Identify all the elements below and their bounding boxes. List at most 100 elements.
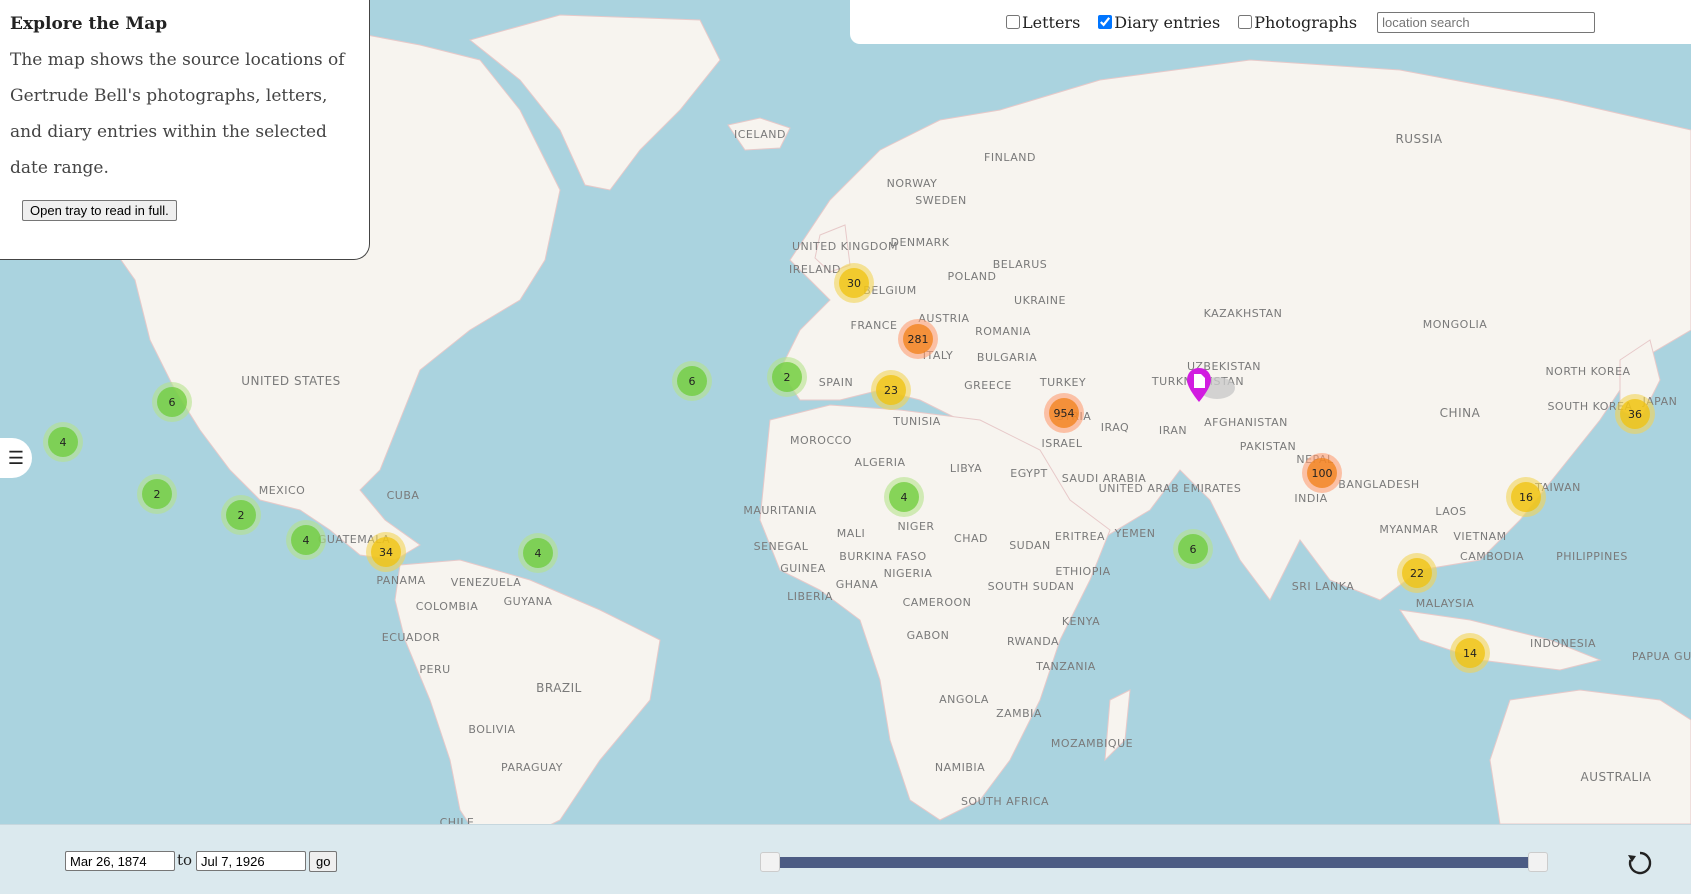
map-label-bolivia: BOLIVIA xyxy=(468,723,515,736)
cluster-count: 2 xyxy=(142,479,172,509)
map-label-eritrea: ERITREA xyxy=(1055,530,1105,543)
map-label-guyana: GUYANA xyxy=(504,595,553,608)
map-label-united-states: UNITED STATES xyxy=(241,374,341,388)
cluster-marker[interactable]: 281 xyxy=(898,319,938,359)
reset-icon[interactable] xyxy=(1626,849,1654,877)
cluster-marker[interactable]: 14 xyxy=(1450,633,1490,673)
photographs-label: Photographs xyxy=(1254,12,1358,32)
cluster-count: 281 xyxy=(903,324,933,354)
map-label-liberia: LIBERIA xyxy=(787,590,833,603)
cluster-marker[interactable]: 4 xyxy=(884,477,924,517)
open-tray-button[interactable]: Open tray to read in full. xyxy=(22,200,177,221)
cluster-marker[interactable]: 36 xyxy=(1615,394,1655,434)
cluster-marker[interactable]: 100 xyxy=(1302,453,1342,493)
cluster-marker[interactable]: 6 xyxy=(152,382,192,422)
date-from-input[interactable] xyxy=(65,851,175,871)
map-label-cameroon: CAMEROON xyxy=(903,596,972,609)
map-label-sweden: SWEDEN xyxy=(915,194,966,207)
cluster-marker[interactable]: 30 xyxy=(834,263,874,303)
map-label-panama: PANAMA xyxy=(376,574,425,587)
map-label-algeria: ALGERIA xyxy=(854,456,905,469)
map-label-belarus: BELARUS xyxy=(993,258,1048,271)
go-button[interactable]: go xyxy=(309,851,338,872)
cluster-marker[interactable]: 22 xyxy=(1397,553,1437,593)
cluster-count: 100 xyxy=(1307,458,1337,488)
map-label-malaysia: MALAYSIA xyxy=(1416,597,1475,610)
map-label-spain: SPAIN xyxy=(819,376,853,389)
cluster-count: 4 xyxy=(523,538,553,568)
info-title: Explore the Map xyxy=(10,14,168,34)
map-label-india: INDIA xyxy=(1294,492,1327,505)
diary-checkbox[interactable] xyxy=(1098,15,1113,29)
cluster-marker[interactable]: 2 xyxy=(767,357,807,397)
filter-letters[interactable]: Letters xyxy=(1006,13,1080,32)
date-range-slider[interactable] xyxy=(760,852,1548,872)
map-label-angola: ANGOLA xyxy=(939,693,989,706)
cluster-marker[interactable]: 16 xyxy=(1506,477,1546,517)
map-label-laos: LAOS xyxy=(1435,505,1466,518)
map-label-mauritania: MAURITANIA xyxy=(743,504,816,517)
map-label-ireland: IRELAND xyxy=(789,263,841,276)
map-label-nigeria: NIGERIA xyxy=(884,567,933,580)
date-to-input[interactable] xyxy=(196,851,306,871)
cluster-marker[interactable]: 4 xyxy=(43,422,83,462)
cluster-count: 23 xyxy=(876,375,906,405)
cluster-marker[interactable]: 4 xyxy=(518,533,558,573)
map-label-south-sudan: SOUTH SUDAN xyxy=(988,580,1075,593)
map-label-finland: FINLAND xyxy=(984,151,1036,164)
filter-photographs[interactable]: Photographs xyxy=(1238,13,1357,32)
map-label-poland: POLAND xyxy=(948,270,997,283)
map-label-gabon: GABON xyxy=(907,629,950,642)
cluster-count: 22 xyxy=(1402,558,1432,588)
map-label-mexico: MEXICO xyxy=(259,484,306,497)
cluster-marker[interactable]: 6 xyxy=(672,361,712,401)
map-label-cambodia: CAMBODIA xyxy=(1460,550,1524,563)
cluster-marker[interactable]: 954 xyxy=(1044,393,1084,433)
cluster-marker[interactable]: 4 xyxy=(286,520,326,560)
filter-diary[interactable]: Diary entries xyxy=(1098,13,1220,32)
map-label-morocco: MOROCCO xyxy=(790,434,852,447)
map-label-mongolia: MONGOLIA xyxy=(1423,318,1487,331)
map-label-peru: PERU xyxy=(419,663,450,676)
cluster-count: 16 xyxy=(1511,482,1541,512)
cluster-marker[interactable]: 34 xyxy=(366,532,406,572)
map-label-tanzania: TANZANIA xyxy=(1035,660,1096,673)
map-label-mali: MALI xyxy=(837,527,865,540)
map-label-senegal: SENEGAL xyxy=(754,540,809,553)
cluster-marker[interactable]: 6 xyxy=(1173,529,1213,569)
map-label-mozambique: MOZAMBIQUE xyxy=(1051,737,1133,750)
map-label-guinea: GUINEA xyxy=(780,562,826,575)
date-to-label: to xyxy=(177,851,193,869)
cluster-count: 4 xyxy=(291,525,321,555)
map-label-papua: PAPUA GUIN xyxy=(1632,650,1691,663)
location-pin-icon[interactable] xyxy=(1181,364,1241,404)
map-label-burkina: BURKINA FASO xyxy=(839,550,926,563)
map-label-zambia: ZAMBIA xyxy=(996,707,1042,720)
map-label-philippines: PHILIPPINES xyxy=(1556,550,1628,563)
diary-label: Diary entries xyxy=(1114,12,1221,32)
slider-handle-min[interactable] xyxy=(760,852,780,872)
map-label-ecuador: ECUADOR xyxy=(382,631,440,644)
map-label-north-korea: NORTH KOREA xyxy=(1545,365,1630,378)
slider-handle-max[interactable] xyxy=(1528,852,1548,872)
map-label-yemen: YEMEN xyxy=(1114,527,1156,540)
map-label-iran: IRAN xyxy=(1159,424,1187,437)
cluster-count: 6 xyxy=(677,366,707,396)
photographs-checkbox[interactable] xyxy=(1238,15,1253,29)
letters-checkbox[interactable] xyxy=(1006,15,1020,29)
cluster-count: 954 xyxy=(1049,398,1079,428)
cluster-marker[interactable]: 2 xyxy=(137,474,177,514)
slider-range-fill xyxy=(780,857,1528,868)
info-panel: Explore the Map The map shows the source… xyxy=(0,0,370,260)
cluster-marker[interactable]: 23 xyxy=(871,370,911,410)
map-label-colombia: COLOMBIA xyxy=(416,600,479,613)
cluster-count: 6 xyxy=(1178,534,1208,564)
land-australia xyxy=(1489,689,1691,825)
map-label-bangladesh: BANGLADESH xyxy=(1338,478,1419,491)
cluster-count: 30 xyxy=(839,268,869,298)
location-search-input[interactable] xyxy=(1377,11,1596,33)
info-body: The map shows the source locations of Ge… xyxy=(10,50,345,178)
map-label-libya: LIBYA xyxy=(950,462,982,475)
cluster-marker[interactable]: 2 xyxy=(221,495,261,535)
map-label-venezuela: VENEZUELA xyxy=(451,576,522,589)
